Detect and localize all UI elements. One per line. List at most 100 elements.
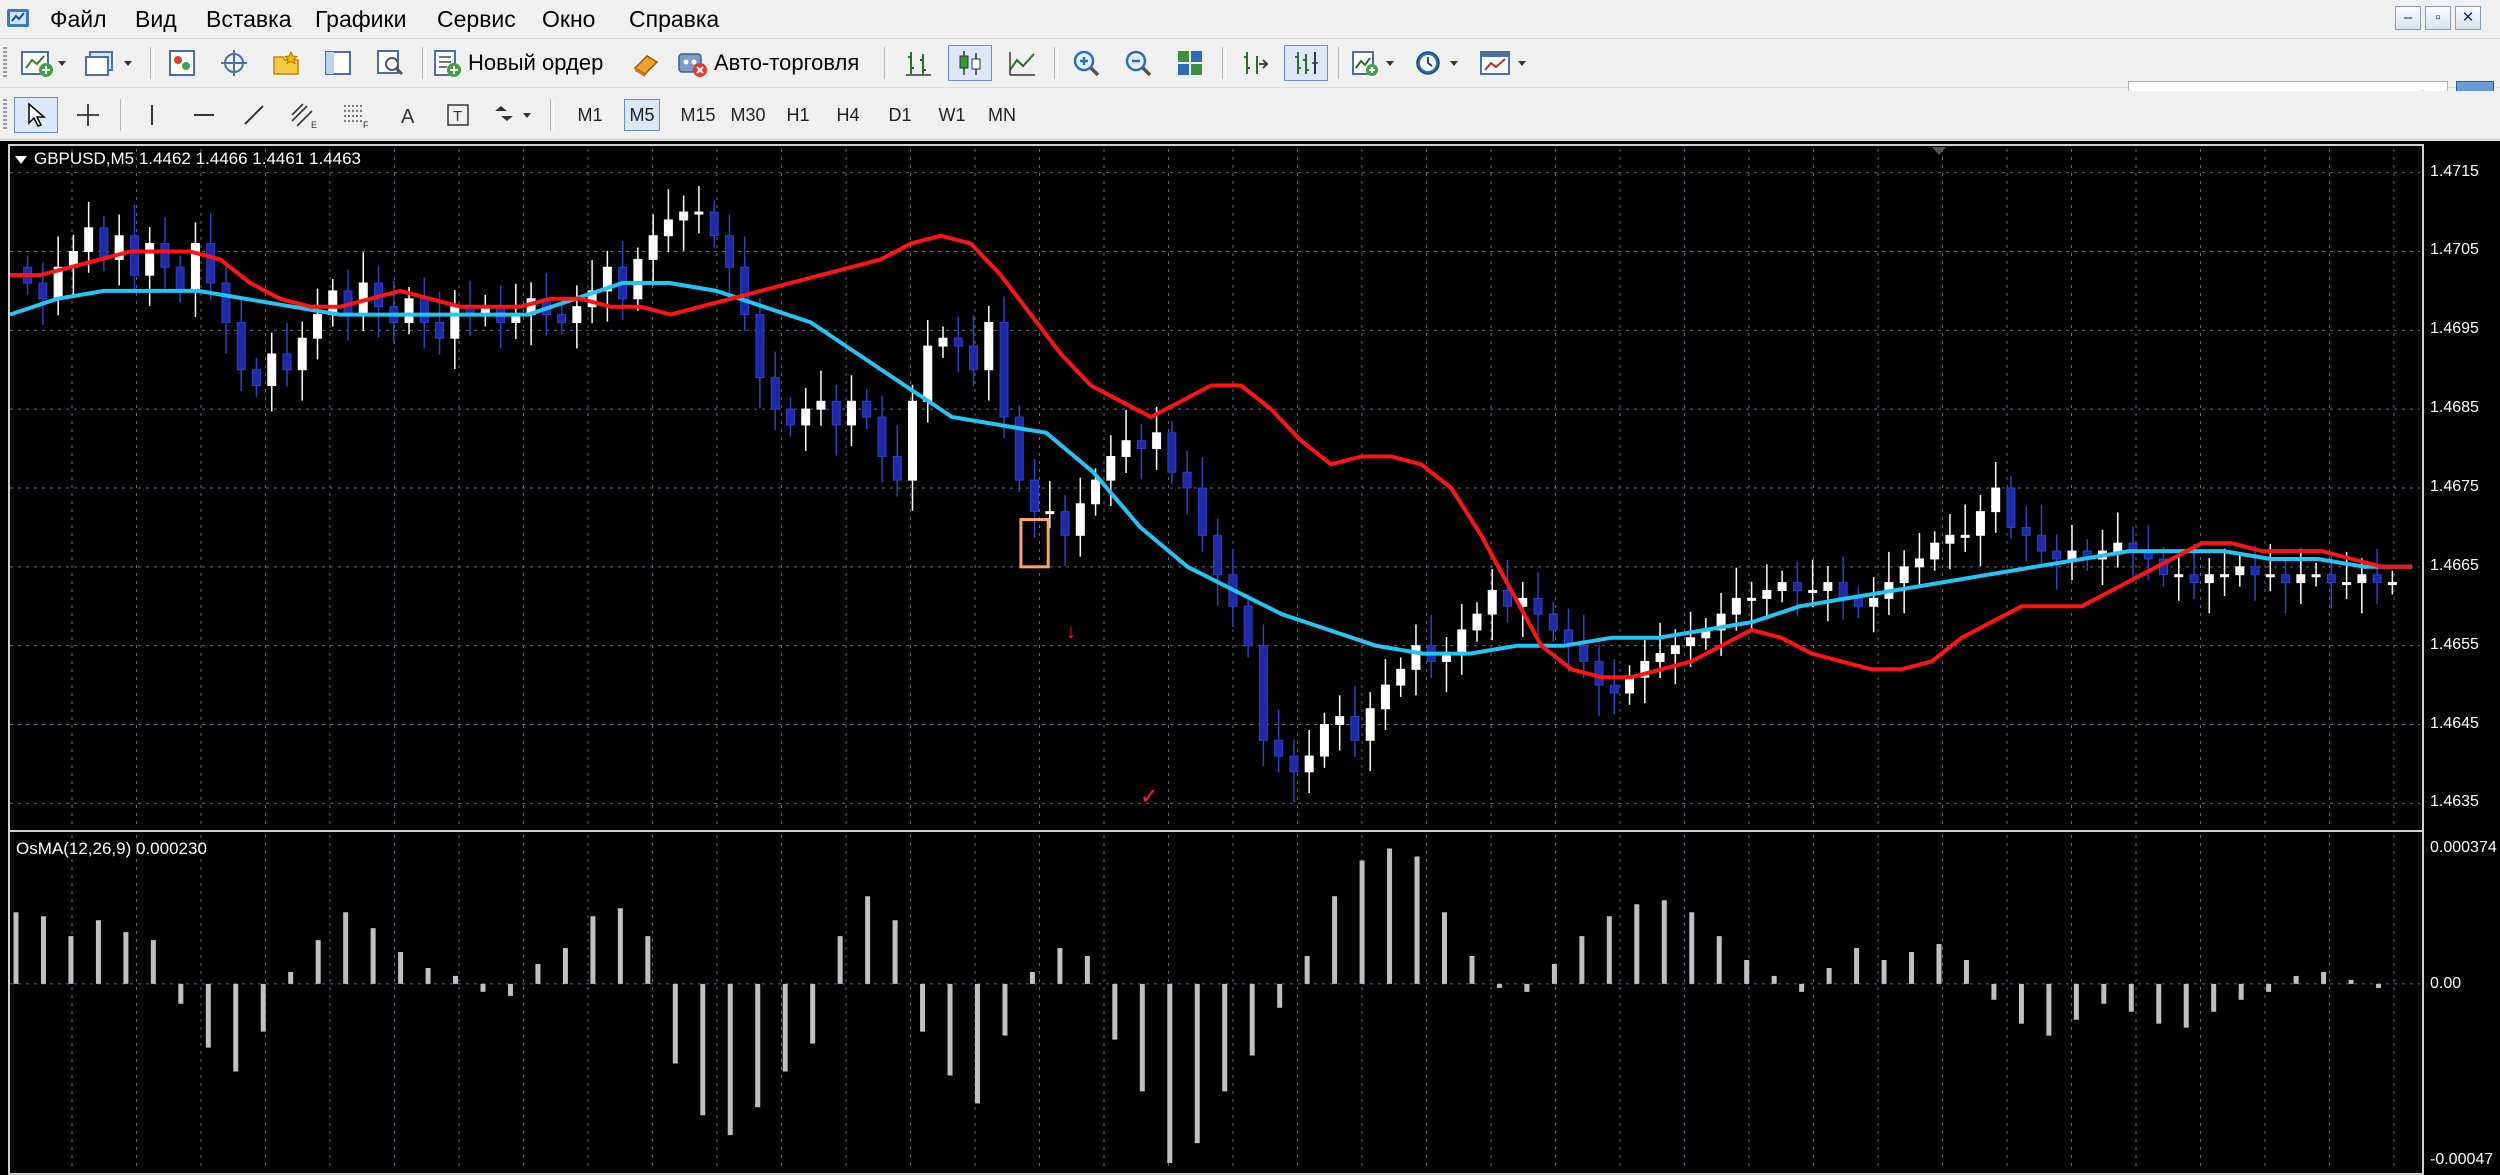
line-chart-icon bbox=[1009, 52, 1035, 76]
bar-chart-icon bbox=[906, 52, 931, 76]
menu-tools[interactable]: Сервис bbox=[437, 6, 516, 33]
new-chart-button[interactable] bbox=[14, 45, 74, 81]
menu-view[interactable]: Вид bbox=[135, 6, 177, 33]
svg-text:A: A bbox=[401, 106, 415, 128]
timeframe-m5[interactable]: M5 bbox=[624, 99, 660, 131]
bar-chart-button[interactable] bbox=[896, 45, 940, 81]
osma-panel-frame bbox=[8, 830, 2424, 1175]
osma-title: OsMA(12,26,9) 0.000230 bbox=[16, 839, 207, 858]
crosshair-icon bbox=[77, 104, 99, 126]
menu-help[interactable]: Справка bbox=[629, 6, 719, 33]
crosshair-target-icon bbox=[221, 50, 247, 76]
equidistant-channel-button[interactable]: E bbox=[282, 97, 326, 133]
navigator-button[interactable] bbox=[264, 45, 308, 81]
collapse-triangle-icon[interactable] bbox=[14, 154, 28, 166]
crosshair-tool-button[interactable] bbox=[66, 97, 110, 133]
timeframe-w1[interactable]: W1 bbox=[934, 99, 970, 131]
zoom-out-button[interactable] bbox=[1116, 45, 1160, 81]
chart-shift-icon bbox=[1244, 52, 1269, 74]
clock-icon bbox=[1416, 51, 1458, 75]
horizontal-line-button[interactable] bbox=[182, 97, 226, 133]
text-label-button[interactable]: T bbox=[436, 97, 480, 133]
periods-button[interactable] bbox=[1410, 45, 1466, 81]
close-button[interactable]: ✕ bbox=[2455, 6, 2481, 30]
arrows-button[interactable] bbox=[488, 97, 540, 133]
timeframe-m1[interactable]: M1 bbox=[572, 99, 608, 131]
standard-toolbar: Новый ордер Авто-торговля bbox=[0, 39, 2500, 121]
new-order-icon bbox=[434, 50, 461, 77]
main-chart-frame bbox=[8, 144, 2424, 832]
chart-shift-button[interactable] bbox=[1232, 45, 1276, 81]
fibonacci-button[interactable]: F bbox=[334, 97, 378, 133]
timeframe-m15[interactable]: M15 bbox=[676, 99, 720, 131]
new-order-button[interactable]: Новый ордер bbox=[432, 45, 612, 81]
svg-text:E: E bbox=[311, 120, 317, 129]
osma-axis-label: -0.00047 bbox=[2430, 1151, 2494, 1168]
metaeditor-button[interactable] bbox=[624, 45, 668, 81]
metaeditor-icon bbox=[633, 55, 659, 77]
zoom-out-icon bbox=[1125, 50, 1152, 77]
drawing-toolbar: E F A T M1 M5 M15 M30 H1 H4 D1 W1 MN bbox=[0, 91, 2500, 140]
candlestick-chart-button[interactable] bbox=[948, 45, 992, 81]
separator bbox=[1338, 47, 1342, 79]
timeframe-d1[interactable]: D1 bbox=[882, 99, 918, 131]
strategy-tester-button[interactable] bbox=[368, 45, 412, 81]
menu-insert[interactable]: Вставка bbox=[206, 6, 292, 33]
line-chart-button[interactable] bbox=[1000, 45, 1044, 81]
indicators-button[interactable] bbox=[1346, 45, 1402, 81]
menu-bar: Файл Вид Вставка Графики Сервис Окно Спр… bbox=[0, 0, 2500, 39]
separator bbox=[150, 47, 154, 79]
price-axis-label: 1.4635 bbox=[2430, 793, 2479, 811]
price-axis-label: 1.4715 bbox=[2430, 162, 2479, 180]
price-axis-label: 1.4655 bbox=[2430, 635, 2479, 653]
timeframe-h4[interactable]: H4 bbox=[830, 99, 866, 131]
chart-title: GBPUSD,M5 1.4462 1.4466 1.4461 1.4463 bbox=[34, 149, 362, 168]
auto-trading-button[interactable]: Авто-торговля bbox=[676, 45, 876, 81]
cursor-tool-button[interactable] bbox=[14, 97, 58, 133]
svg-text:T: T bbox=[453, 108, 462, 125]
new-order-label: Новый ордер bbox=[468, 50, 604, 75]
toolbar-grip[interactable] bbox=[3, 99, 7, 131]
profiles-icon bbox=[85, 51, 132, 76]
terminal-window-icon bbox=[325, 51, 351, 75]
magnifier-chart-icon bbox=[377, 50, 404, 76]
app-icon bbox=[7, 9, 29, 27]
folder-star-icon bbox=[273, 50, 299, 75]
horizontal-line-icon bbox=[194, 114, 214, 116]
timeframe-h1[interactable]: H1 bbox=[780, 99, 816, 131]
separator bbox=[1054, 47, 1058, 79]
menu-charts[interactable]: Графики bbox=[315, 6, 406, 33]
separator bbox=[884, 47, 888, 79]
text-tool-button[interactable]: A bbox=[386, 97, 430, 133]
minimize-button[interactable]: – bbox=[2395, 6, 2421, 30]
restore-button[interactable]: ▫ bbox=[2425, 6, 2451, 30]
tile-windows-button[interactable] bbox=[1168, 45, 1212, 81]
price-axis-label: 1.4705 bbox=[2430, 241, 2479, 259]
price-axis-label: 1.4675 bbox=[2430, 478, 2479, 495]
trendline-button[interactable] bbox=[232, 97, 276, 133]
menu-file[interactable]: Файл bbox=[50, 6, 107, 33]
autoscroll-icon bbox=[1295, 52, 1318, 74]
zoom-in-button[interactable] bbox=[1064, 45, 1108, 81]
chart-window[interactable]: ↓ ✓ GBPUSD,M5 1.4462 1.4466 1.4461 1.4463… bbox=[0, 141, 2500, 1175]
cursor-icon bbox=[28, 102, 47, 127]
terminal-button[interactable] bbox=[316, 45, 360, 81]
data-window-button[interactable] bbox=[212, 45, 256, 81]
market-watch-button[interactable] bbox=[160, 45, 204, 81]
vertical-line-icon bbox=[151, 105, 153, 125]
text-label-icon: T bbox=[447, 104, 469, 126]
timeframe-mn[interactable]: MN bbox=[984, 99, 1020, 131]
templates-button[interactable] bbox=[1474, 45, 1536, 81]
timeframe-m30[interactable]: M30 bbox=[726, 99, 770, 131]
toolbar-grip[interactable] bbox=[3, 47, 7, 79]
osma-axis-label: 0.000374 bbox=[2430, 839, 2497, 856]
market-watch-icon bbox=[169, 50, 195, 76]
separator bbox=[550, 99, 554, 131]
autoscroll-button[interactable] bbox=[1284, 45, 1328, 81]
profiles-button[interactable] bbox=[80, 45, 140, 81]
arrows-icon bbox=[495, 106, 531, 121]
new-chart-icon bbox=[21, 51, 66, 77]
tile-windows-icon bbox=[1178, 51, 1202, 75]
vertical-line-button[interactable] bbox=[130, 97, 174, 133]
menu-window[interactable]: Окно bbox=[542, 6, 595, 33]
